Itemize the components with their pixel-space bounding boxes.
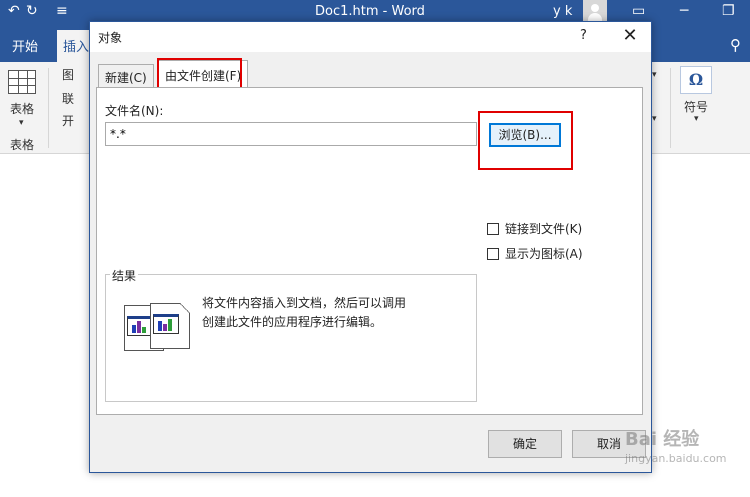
redo-icon[interactable]: ↻ [26, 3, 38, 19]
help-icon[interactable]: ? [580, 28, 587, 43]
quick-access-menu-icon[interactable]: ≡ [56, 3, 68, 19]
user-name[interactable]: y k [553, 4, 572, 19]
filename-label: 文件名(N): [105, 104, 164, 118]
table-group-label: 表格 [10, 138, 35, 152]
link-to-file-checkbox[interactable] [487, 223, 499, 235]
show-as-icon-checkbox[interactable] [487, 248, 499, 260]
table-button-label[interactable]: 表格 [10, 100, 34, 117]
table-icon[interactable] [8, 70, 36, 94]
browse-highlight-box [478, 111, 573, 170]
chevron-down-icon: ▾ [652, 114, 657, 124]
chevron-down-icon: ▾ [694, 114, 699, 124]
share-icon[interactable]: ⚲ [730, 36, 741, 54]
from-file-panel: 文件名(N): 浏览(B)... 链接到文件(K) 显示为图标(A) 结果 [96, 87, 643, 415]
show-as-icon-label: 显示为图标(A) [505, 247, 583, 261]
ribbon-display-options-icon[interactable]: ▭ [632, 3, 645, 19]
group-divider [670, 68, 671, 148]
result-description: 将文件内容插入到文档，然后可以调用创建此文件的应用程序进行编辑。 [202, 296, 407, 329]
window-title: Doc1.htm - Word [315, 4, 425, 19]
insert-object-dialog: 对象 ? ✕ 新建(C) 由文件创建(F) 文件名(N): 浏览(B)... 链… [89, 21, 652, 473]
ribbon-item-partial-2[interactable]: 联 [62, 90, 74, 107]
chevron-down-icon: ▾ [19, 118, 24, 128]
tab-create-new[interactable]: 新建(C) [98, 64, 154, 88]
show-as-icon-option[interactable]: 显示为图标(A) [487, 245, 583, 262]
tab-home[interactable]: 开始 [12, 36, 38, 55]
ribbon-item-partial-3[interactable]: 开 [62, 112, 74, 129]
ribbon-item-partial-1[interactable]: 图 [62, 66, 74, 83]
document-icon [150, 303, 190, 349]
minimize-icon[interactable]: ─ [680, 3, 688, 19]
watermark-url: jingyan.baidu.com [625, 452, 727, 465]
link-to-file-label: 链接到文件(K) [505, 222, 583, 236]
omega-icon[interactable]: Ω [680, 66, 712, 94]
dialog-title: 对象 [98, 31, 123, 45]
symbol-button-label[interactable]: 符号 [684, 98, 708, 115]
group-divider [48, 68, 49, 148]
dialog-header: 对象 ? ✕ [90, 22, 651, 52]
close-icon[interactable]: ✕ [620, 25, 640, 46]
link-to-file-option[interactable]: 链接到文件(K) [487, 220, 582, 237]
watermark-logo: Bai 经验 [625, 429, 700, 450]
undo-icon[interactable]: ↶ [8, 3, 20, 19]
filename-input[interactable] [105, 122, 477, 146]
ok-button[interactable]: 确定 [488, 430, 562, 458]
result-label: 结果 [110, 267, 139, 284]
restore-icon[interactable]: ❐ [722, 3, 735, 19]
chevron-down-icon: ▾ [652, 70, 657, 80]
result-group: 结果 将文件内容插入到文档，然后可以调用创建此文件的应用程序进行编辑。 [105, 267, 477, 402]
